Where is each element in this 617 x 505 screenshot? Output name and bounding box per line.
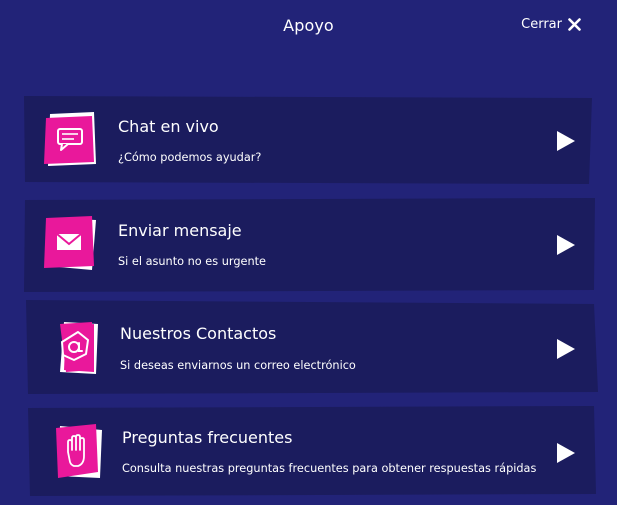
option-title: Chat en vivo bbox=[118, 117, 219, 136]
option-subtitle: ¿Cómo podemos ayudar? bbox=[118, 151, 262, 164]
card-background bbox=[28, 406, 596, 496]
play-arrow-icon bbox=[556, 443, 576, 463]
card-background bbox=[26, 300, 598, 394]
chat-bubble-icon bbox=[42, 110, 102, 170]
option-card-faq[interactable]: Preguntas frecuentes Consulta nuestras p… bbox=[28, 406, 596, 496]
option-subtitle: Si el asunto no es urgente bbox=[118, 255, 266, 268]
option-card-contacts[interactable]: Nuestros Contactos Si deseas enviarnos u… bbox=[26, 300, 598, 394]
option-subtitle: Consulta nuestras preguntas frecuentes p… bbox=[122, 462, 537, 475]
play-arrow-icon bbox=[556, 235, 576, 255]
play-arrow-icon bbox=[556, 131, 576, 151]
option-card-send-message[interactable]: Enviar mensaje Si el asunto no es urgent… bbox=[24, 198, 596, 292]
option-subtitle: Si deseas enviarnos un correo electrónic… bbox=[120, 359, 356, 372]
hand-icon bbox=[46, 422, 106, 482]
option-title: Preguntas frecuentes bbox=[122, 428, 293, 447]
header: Apoyo Cerrar bbox=[0, 0, 617, 56]
envelope-icon bbox=[42, 214, 102, 274]
card-background bbox=[24, 198, 596, 292]
option-title: Enviar mensaje bbox=[118, 221, 242, 240]
close-x-icon bbox=[568, 18, 581, 31]
close-button[interactable]: Cerrar bbox=[521, 17, 581, 32]
play-arrow-icon bbox=[556, 339, 576, 359]
card-background bbox=[24, 96, 592, 184]
option-card-live-chat[interactable]: Chat en vivo ¿Cómo podemos ayudar? bbox=[24, 96, 592, 184]
close-label: Cerrar bbox=[521, 17, 562, 32]
option-title: Nuestros Contactos bbox=[120, 324, 277, 343]
at-sign-icon bbox=[44, 318, 104, 378]
